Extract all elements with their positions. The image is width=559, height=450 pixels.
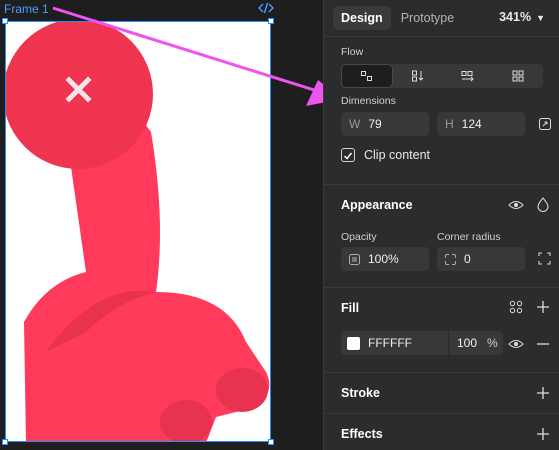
resize-handle-tr[interactable] (268, 18, 274, 24)
height-prefix: H (445, 117, 454, 131)
resize-handle-bl[interactable] (2, 439, 8, 445)
tab-prototype[interactable]: Prototype (393, 6, 463, 30)
divider (324, 184, 559, 185)
tab-design[interactable]: Design (333, 6, 391, 30)
eye-icon[interactable] (508, 198, 524, 212)
flow-free-button[interactable] (341, 64, 393, 88)
field-separator (448, 331, 449, 355)
effects-title: Effects (341, 427, 383, 441)
properties-panel: Design Prototype 341% ▼ Flow Dimensions W… (323, 0, 559, 450)
dimensions-label: Dimensions (341, 95, 396, 107)
drop-icon[interactable] (537, 197, 549, 212)
fill-hex-value[interactable]: FFFFFF (368, 336, 448, 350)
appearance-title: Appearance (341, 198, 413, 212)
width-prefix: W (349, 117, 361, 131)
frame-1[interactable] (5, 21, 271, 442)
checkmark-icon (343, 152, 353, 160)
fill-title: Fill (341, 301, 360, 315)
chevron-down-icon: ▼ (536, 13, 545, 23)
resize-to-fit-icon[interactable] (538, 117, 552, 131)
height-value: 124 (461, 117, 482, 131)
flow-vertical-button[interactable] (393, 64, 443, 88)
horizontal-layout-icon (461, 71, 474, 82)
corner-radius-field[interactable]: 0 (437, 247, 525, 271)
eye-icon[interactable] (508, 337, 524, 351)
frame-label[interactable]: Frame 1 (4, 2, 49, 16)
divider (324, 287, 559, 288)
opacity-field[interactable]: 100% (341, 247, 429, 271)
zoom-value: 341% (499, 10, 532, 24)
divider (324, 413, 559, 414)
resize-handle-br[interactable] (268, 439, 274, 445)
remove-fill-icon[interactable] (537, 343, 549, 345)
grid-layout-icon (512, 70, 524, 82)
independent-corners-icon[interactable] (538, 252, 551, 265)
stroke-title: Stroke (341, 386, 380, 400)
fill-opacity-value[interactable]: 100 (457, 336, 487, 350)
divider (324, 372, 559, 373)
flow-selector (341, 64, 543, 88)
add-stroke-icon[interactable] (537, 387, 549, 399)
frame-artwork (6, 22, 270, 441)
resize-handle-tl[interactable] (2, 18, 8, 24)
fill-opacity-unit: % (487, 336, 498, 350)
opacity-label: Opacity (341, 231, 377, 243)
fill-field[interactable]: FFFFFF 100 % (341, 331, 503, 355)
flow-label: Flow (341, 46, 364, 58)
panel-tabs: Design Prototype 341% ▼ (324, 0, 559, 37)
width-field[interactable]: W 79 (341, 112, 429, 136)
clip-content-label: Clip content (364, 148, 431, 162)
corner-radius-label: Corner radius (437, 231, 501, 243)
height-field[interactable]: H 124 (437, 112, 525, 136)
code-icon[interactable] (258, 1, 274, 15)
canvas[interactable]: Frame 1 (0, 0, 323, 450)
fill-color-swatch[interactable] (347, 336, 360, 350)
free-layout-icon (361, 71, 372, 81)
vertical-layout-icon (412, 70, 424, 82)
flow-grid-button[interactable] (493, 64, 543, 88)
clip-content-checkbox[interactable] (341, 148, 355, 162)
add-effect-icon[interactable] (537, 428, 549, 440)
styles-grid-icon[interactable] (509, 300, 523, 314)
width-value: 79 (368, 117, 382, 131)
opacity-value: 100% (368, 252, 399, 266)
flow-horizontal-button[interactable] (443, 64, 493, 88)
corner-radius-value: 0 (464, 252, 471, 266)
opacity-icon (349, 253, 360, 265)
zoom-dropdown[interactable]: 341% ▼ (499, 10, 545, 24)
add-fill-icon[interactable] (537, 301, 549, 313)
corner-radius-icon (445, 253, 456, 265)
